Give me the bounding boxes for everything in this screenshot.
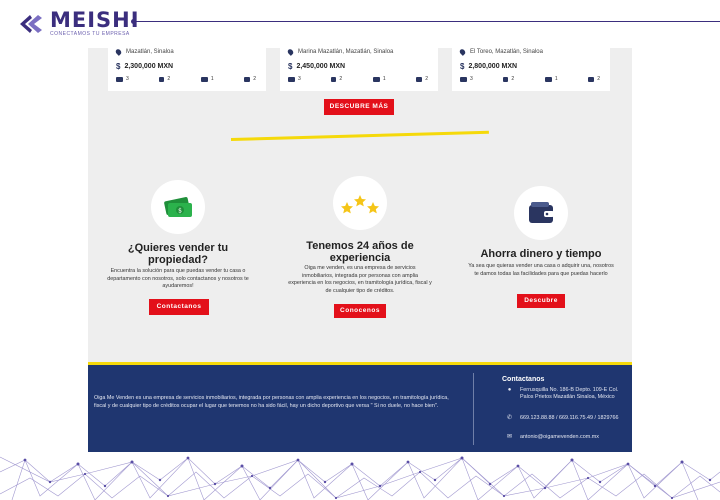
stairs-icon bbox=[244, 76, 251, 82]
property-location: Marina Mazatlán, Mazatlán, Sinaloa bbox=[298, 49, 394, 55]
property-card[interactable]: El Toreo, Mazatlán, Sinaloa $2,800,000 M… bbox=[452, 48, 610, 91]
property-price: 2,450,000 MXN bbox=[296, 63, 346, 70]
feature-title: ¿Quieres vender tu propiedad? bbox=[127, 242, 229, 266]
location-pin-icon: ● bbox=[507, 387, 512, 393]
bedrooms-count: 3 bbox=[470, 76, 473, 82]
feature-description: Encuentra la solución para que puedas ve… bbox=[107, 268, 249, 289]
address-text: Ferrusquilla No. 186-B Depto. 109-E Col.… bbox=[520, 387, 619, 401]
feature-description: Oiga me venden, es una empresa de servic… bbox=[288, 265, 432, 294]
about-us-button[interactable]: Conocenos bbox=[334, 304, 386, 318]
page: MEISHI CONECTAMOS TU EMPRESA Mazatlán, S… bbox=[0, 0, 720, 500]
garage-count: 1 bbox=[554, 76, 558, 82]
bedrooms-count: 3 bbox=[298, 76, 301, 82]
location-pin-icon bbox=[114, 48, 123, 56]
bath-icon bbox=[331, 76, 337, 82]
phone-icon: ✆ bbox=[506, 415, 513, 421]
feature-icon-circle bbox=[514, 186, 568, 240]
bathrooms-count: 2 bbox=[339, 76, 343, 82]
garage-count: 1 bbox=[210, 76, 214, 82]
footer-about-text: Oiga Me Venden es una empresa de servici… bbox=[94, 395, 449, 409]
floors-count: 2 bbox=[597, 76, 600, 82]
floors-count: 2 bbox=[425, 76, 428, 82]
money-icon: $ bbox=[164, 197, 192, 217]
wallet-icon bbox=[529, 202, 554, 223]
feature-title: Tenemos 24 años de experiencia bbox=[306, 240, 414, 264]
price-icon: $ bbox=[460, 62, 465, 71]
feature-description: Ya sea que quieras vender una casa o adq… bbox=[468, 263, 614, 277]
discover-button[interactable]: Descubre bbox=[517, 294, 565, 308]
stairs-icon bbox=[416, 76, 423, 82]
property-card[interactable]: Mazatlán, Sinaloa $2,300,000 MXN 3 2 1 2 bbox=[108, 48, 266, 91]
property-price: 2,300,000 MXN bbox=[124, 63, 174, 70]
stairs-icon bbox=[588, 76, 595, 82]
bed-icon bbox=[288, 76, 295, 82]
bed-icon bbox=[116, 76, 123, 82]
footer: Oiga Me Venden es una empresa de servici… bbox=[88, 365, 632, 452]
floors-count: 2 bbox=[253, 76, 256, 82]
price-icon: $ bbox=[288, 62, 293, 71]
discover-more-button[interactable]: DESCUBRE MÁS bbox=[324, 99, 394, 115]
bath-icon bbox=[503, 76, 509, 82]
car-icon bbox=[544, 76, 552, 82]
header: MEISHI CONECTAMOS TU EMPRESA bbox=[0, 0, 720, 44]
location-pin-icon bbox=[286, 48, 295, 56]
header-divider bbox=[133, 21, 720, 22]
feature-icon-circle: $ bbox=[151, 180, 205, 234]
feature-title: Ahorra dinero y tiempo bbox=[480, 248, 602, 260]
bed-icon bbox=[460, 76, 467, 82]
email-icon: ✉ bbox=[506, 434, 513, 440]
bath-icon bbox=[159, 76, 165, 82]
brand-tagline: CONECTAMOS TU EMPRESA bbox=[50, 31, 130, 37]
footer-divider bbox=[473, 373, 474, 445]
location-pin-icon bbox=[458, 48, 467, 56]
yellow-divider bbox=[230, 130, 489, 141]
stars-icon bbox=[341, 195, 379, 214]
phone-text[interactable]: 669.123.88.88 / 669.116.75.49 / 1829766 bbox=[520, 415, 619, 422]
email-text[interactable]: antonio@oigamevenden.com.mx bbox=[520, 434, 599, 441]
contact-title: Contactanos bbox=[502, 376, 545, 383]
contact-email[interactable]: ✉ antonio@oigamevenden.com.mx bbox=[506, 434, 632, 441]
logo-icon bbox=[18, 12, 44, 36]
bathrooms-count: 2 bbox=[167, 76, 171, 82]
property-card[interactable]: Marina Mazatlán, Mazatlán, Sinaloa $2,45… bbox=[280, 48, 438, 91]
property-location: El Toreo, Mazatlán, Sinaloa bbox=[470, 49, 543, 55]
feature-icon-circle bbox=[333, 176, 387, 230]
contact-address: ● Ferrusquilla No. 186-B Depto. 109-E Co… bbox=[506, 387, 624, 402]
property-location: Mazatlán, Sinaloa bbox=[126, 49, 174, 55]
main-content: Mazatlán, Sinaloa $2,300,000 MXN 3 2 1 2… bbox=[88, 48, 632, 364]
garage-count: 1 bbox=[382, 76, 386, 82]
contact-button[interactable]: Contactanos bbox=[149, 299, 209, 315]
logo[interactable]: MEISHI CONECTAMOS TU EMPRESA bbox=[18, 10, 140, 37]
brand-name: MEISHI bbox=[50, 8, 140, 32]
car-icon bbox=[372, 76, 380, 82]
contact-phone[interactable]: ✆ 669.123.88.88 / 669.116.75.49 / 182976… bbox=[506, 415, 624, 422]
svg-text:$: $ bbox=[178, 208, 182, 215]
bedrooms-count: 3 bbox=[126, 76, 129, 82]
car-icon bbox=[200, 76, 208, 82]
price-icon: $ bbox=[116, 62, 121, 71]
property-price: 2,800,000 MXN bbox=[468, 63, 518, 70]
bathrooms-count: 2 bbox=[511, 76, 515, 82]
network-decoration bbox=[0, 456, 720, 500]
